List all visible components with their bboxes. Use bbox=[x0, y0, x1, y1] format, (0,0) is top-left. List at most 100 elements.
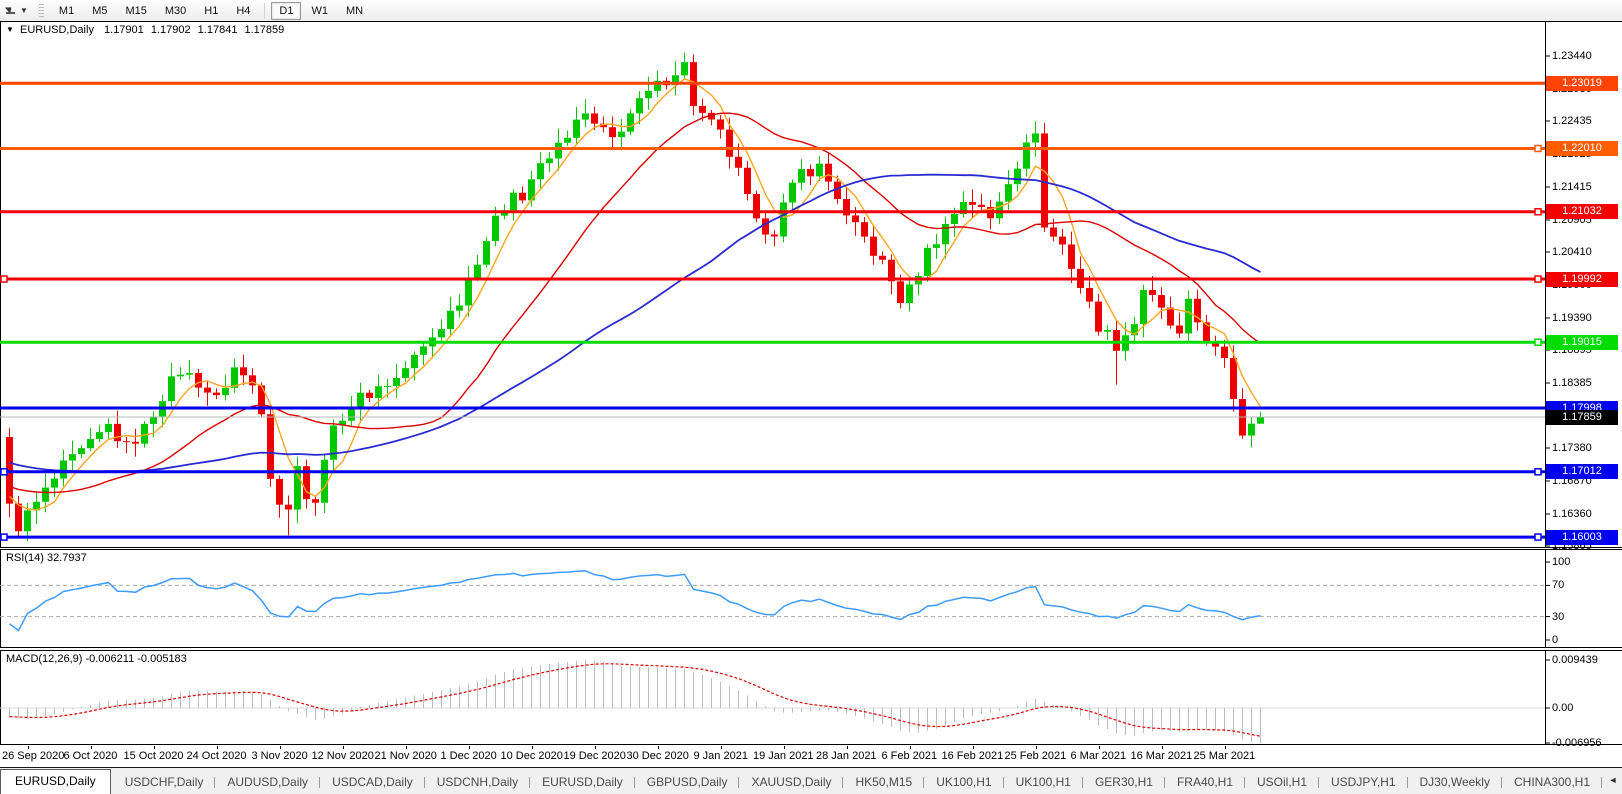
rsi-canvas[interactable] bbox=[0, 549, 1622, 648]
main-chart-pane[interactable]: ▼ EURUSD,Daily 1.17901 1.17902 1.17841 1… bbox=[0, 21, 1622, 548]
date-label[interactable]: 10 Dec 2020 bbox=[501, 750, 563, 762]
timeframe-button-m30[interactable]: M30 bbox=[157, 2, 194, 20]
date-tick-mark bbox=[532, 746, 533, 749]
date-tick-mark bbox=[1225, 746, 1226, 749]
date-label[interactable]: 3 Nov 2020 bbox=[252, 750, 308, 762]
rsi-axis-tick: 100 bbox=[1552, 555, 1618, 569]
date-tick-mark bbox=[1036, 746, 1037, 749]
rsi-axis-tick: 70 bbox=[1552, 578, 1618, 592]
price-level-badge: 1.19015 bbox=[1546, 335, 1618, 350]
chart-tab-usdcnh-daily[interactable]: USDCNH,Daily bbox=[425, 771, 530, 794]
date-tick-mark bbox=[721, 746, 722, 749]
date-label[interactable]: 30 Dec 2020 bbox=[627, 750, 689, 762]
chart-tab-china300-h1[interactable]: CHINA300,H1 bbox=[1502, 771, 1602, 794]
date-label[interactable]: 21 Nov 2020 bbox=[375, 750, 437, 762]
chart-tab-audusd-daily[interactable]: AUDUSD,Daily bbox=[215, 771, 320, 794]
date-label[interactable]: 19 Dec 2020 bbox=[564, 750, 626, 762]
chart-tab-usoil-h1[interactable]: USOil,H1 bbox=[1245, 771, 1319, 794]
ohlc-low: 1.17841 bbox=[198, 24, 238, 36]
chart-tab-hk50-m15[interactable]: HK50,M15 bbox=[843, 771, 924, 794]
date-label[interactable]: 26 Sep 2020 bbox=[2, 750, 64, 762]
date-label[interactable]: 16 Mar 2021 bbox=[1131, 750, 1193, 762]
date-tick-mark bbox=[910, 746, 911, 749]
tab-scroll-buttons: ◄► bbox=[1602, 768, 1622, 794]
collapse-arrow-icon[interactable]: ▼ bbox=[6, 25, 14, 34]
tab-scroll-left-icon[interactable]: ◄ bbox=[1605, 773, 1621, 789]
timeframe-button-h4[interactable]: H4 bbox=[228, 2, 258, 20]
date-tick-mark bbox=[595, 746, 596, 749]
date-tick-mark bbox=[1099, 746, 1100, 749]
date-label[interactable]: 25 Feb 2021 bbox=[1005, 750, 1067, 762]
date-label[interactable]: 9 Jan 2021 bbox=[694, 750, 748, 762]
macd-canvas[interactable] bbox=[0, 650, 1622, 745]
date-tick-mark bbox=[658, 746, 659, 749]
ohlc-open: 1.17901 bbox=[104, 24, 144, 36]
macd-axis-tick: 0.009439 bbox=[1552, 653, 1618, 667]
date-label[interactable]: 6 Oct 2020 bbox=[64, 750, 118, 762]
rsi-axis-tick: 0 bbox=[1552, 633, 1618, 647]
date-label[interactable]: 25 Mar 2021 bbox=[1194, 750, 1256, 762]
chart-tab-eurusd-daily[interactable]: EURUSD,Daily bbox=[530, 771, 635, 794]
date-tick-mark bbox=[91, 746, 92, 749]
pointer-tool-icon[interactable] bbox=[5, 4, 18, 17]
chart-tab-ger30-h1[interactable]: GER30,H1 bbox=[1083, 771, 1165, 794]
chart-tab-xauusd-daily[interactable]: XAUUSD,Daily bbox=[739, 771, 843, 794]
date-tick-mark bbox=[406, 746, 407, 749]
date-tick-mark bbox=[280, 746, 281, 749]
timeframe-button-mn[interactable]: MN bbox=[338, 2, 371, 20]
chart-symbol-label: EURUSD,Daily bbox=[20, 24, 94, 36]
price-axis-tick: 1.23440 bbox=[1552, 49, 1618, 63]
chevron-down-icon[interactable]: ▼ bbox=[20, 6, 28, 15]
chart-tab-uk100-h1[interactable]: UK100,H1 bbox=[1004, 771, 1083, 794]
date-tick-mark bbox=[1162, 746, 1163, 749]
chart-tab-usdjpy-h1[interactable]: USDJPY,H1 bbox=[1319, 771, 1407, 794]
chart-tab-fra40-h1[interactable]: FRA40,H1 bbox=[1165, 771, 1245, 794]
timeframe-button-d1[interactable]: D1 bbox=[271, 2, 301, 20]
date-label[interactable]: 1 Dec 2020 bbox=[441, 750, 497, 762]
rsi-indicator-pane[interactable]: RSI(14) 32.7937 100 70 30 0 bbox=[0, 549, 1622, 648]
chart-tab-usdcad-daily[interactable]: USDCAD,Daily bbox=[320, 771, 425, 794]
date-label[interactable]: 6 Mar 2021 bbox=[1071, 750, 1127, 762]
date-label[interactable]: 28 Jan 2021 bbox=[816, 750, 877, 762]
date-tick-mark bbox=[154, 746, 155, 749]
price-level-badge: 1.19992 bbox=[1546, 272, 1618, 287]
date-label[interactable]: 16 Feb 2021 bbox=[942, 750, 1004, 762]
date-label[interactable]: 24 Oct 2020 bbox=[187, 750, 247, 762]
chart-tab-gbpusd-daily[interactable]: GBPUSD,Daily bbox=[635, 771, 740, 794]
chart-tab-dj30-weekly[interactable]: DJ30,Weekly bbox=[1408, 771, 1502, 794]
toolbar-grip[interactable] bbox=[38, 4, 44, 18]
price-axis-tick: 1.18385 bbox=[1552, 376, 1618, 390]
macd-axis-tick: 0.00 bbox=[1552, 701, 1618, 715]
date-label[interactable]: 15 Oct 2020 bbox=[124, 750, 184, 762]
date-tick-mark bbox=[973, 746, 974, 749]
price-level-badge: 1.17012 bbox=[1546, 464, 1618, 479]
price-axis-tick: 1.19390 bbox=[1552, 311, 1618, 325]
timeframe-button-m1[interactable]: M1 bbox=[51, 2, 82, 20]
price-axis-tick: 1.20410 bbox=[1552, 245, 1618, 259]
date-tick-mark bbox=[469, 746, 470, 749]
chart-tab-eurusd-daily[interactable]: EURUSD,Daily bbox=[0, 769, 111, 794]
chart-tab-usdchf-daily[interactable]: USDCHF,Daily bbox=[113, 771, 216, 794]
price-level-badge: 1.22010 bbox=[1546, 141, 1618, 156]
chart-tab-bar: EURUSD,DailyUSDCHF,DailyAUDUSD,DailyUSDC… bbox=[0, 767, 1622, 794]
timeframe-button-m5[interactable]: M5 bbox=[84, 2, 115, 20]
price-level-badge: 1.23019 bbox=[1546, 76, 1618, 91]
toolbar-separator bbox=[264, 3, 265, 19]
timeframe-button-h1[interactable]: H1 bbox=[196, 2, 226, 20]
date-label[interactable]: 6 Feb 2021 bbox=[882, 750, 938, 762]
chart-title: ▼ EURUSD,Daily 1.17901 1.17902 1.17841 1… bbox=[6, 24, 284, 36]
price-chart-canvas[interactable] bbox=[0, 21, 1622, 548]
date-tick-mark bbox=[847, 746, 848, 749]
chart-tab-uk100-h1[interactable]: UK100,H1 bbox=[924, 771, 1003, 794]
rsi-label: RSI(14) 32.7937 bbox=[6, 552, 87, 564]
timeframe-button-m15[interactable]: M15 bbox=[117, 2, 154, 20]
date-axis[interactable]: 26 Sep 20206 Oct 2020 15 Oct 202024 Oct 2… bbox=[0, 746, 1622, 767]
date-label[interactable]: 12 Nov 2020 bbox=[312, 750, 374, 762]
ohlc-high: 1.17902 bbox=[151, 24, 191, 36]
macd-indicator-pane[interactable]: MACD(12,26,9) -0.006211 -0.005183 0.0094… bbox=[0, 650, 1622, 745]
price-axis-tick: 1.16360 bbox=[1552, 507, 1618, 521]
rsi-axis-tick: 30 bbox=[1552, 610, 1618, 624]
date-tick-mark bbox=[217, 746, 218, 749]
timeframe-button-w1[interactable]: W1 bbox=[303, 2, 336, 20]
date-label[interactable]: 19 Jan 2021 bbox=[753, 750, 814, 762]
